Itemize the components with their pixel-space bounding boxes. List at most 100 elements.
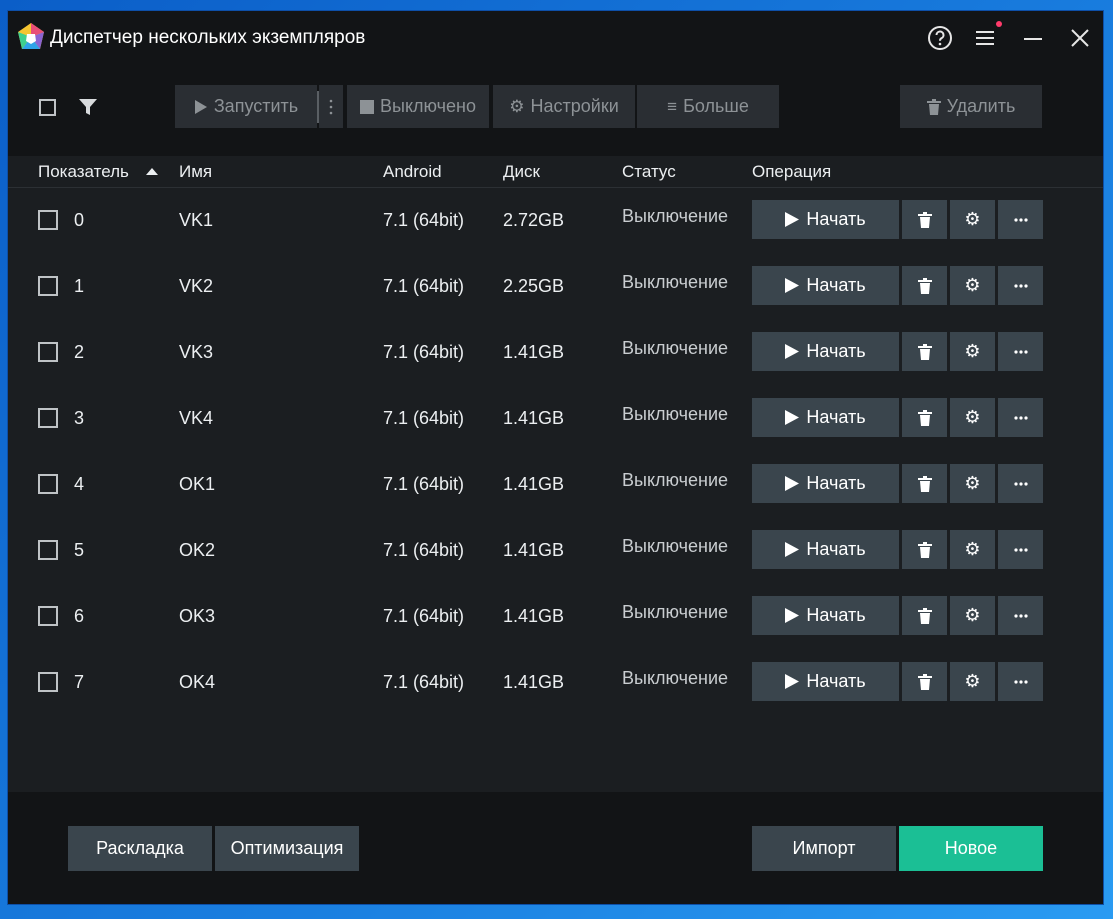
row-settings-button[interactable]: ⚙ xyxy=(950,332,995,371)
layout-button[interactable]: Раскладка xyxy=(68,826,212,871)
more-button[interactable]: ≡ Больше xyxy=(637,85,779,128)
app-logo-icon xyxy=(18,23,44,49)
row-more-button[interactable] xyxy=(998,662,1043,701)
row-disk: 1.41GB xyxy=(503,408,565,428)
row-checkbox[interactable] xyxy=(38,210,58,230)
row-delete-button[interactable] xyxy=(902,662,947,701)
row-settings-button[interactable]: ⚙ xyxy=(950,464,995,503)
row-android: 7.1 (64bit) xyxy=(383,408,465,428)
gear-icon: ⚙ xyxy=(964,605,981,625)
start-options-button[interactable] xyxy=(319,85,343,128)
row-delete-button[interactable] xyxy=(902,200,947,239)
row-checkbox[interactable] xyxy=(38,408,58,428)
row-more-button[interactable] xyxy=(998,266,1043,305)
trash-icon xyxy=(917,409,932,426)
row-start-button[interactable]: Начать xyxy=(752,464,899,503)
row-delete-button[interactable] xyxy=(902,596,947,635)
more-dots-icon xyxy=(1013,283,1028,288)
more-dots-icon xyxy=(1013,547,1028,552)
row-start-button[interactable]: Начать xyxy=(752,200,899,239)
row-start-button[interactable]: Начать xyxy=(752,398,899,437)
more-dots-icon xyxy=(1013,679,1028,684)
table-row: 7 OK4 7.1 (64bit) 1.41GB Выключение Начать ⚙ xyxy=(8,650,1103,716)
row-settings-button[interactable]: ⚙ xyxy=(950,266,995,305)
row-checkbox[interactable] xyxy=(38,474,58,494)
row-checkbox[interactable] xyxy=(38,276,58,296)
title-bar: Диспетчер нескольких экземпляров xyxy=(8,11,1103,65)
table-header: Показатель Имя Android Диск Статус Опера… xyxy=(8,156,1103,188)
row-checkbox[interactable] xyxy=(38,540,58,560)
column-operation: Операция xyxy=(752,162,832,181)
row-start-button[interactable]: Начать xyxy=(752,266,899,305)
delete-button[interactable]: Удалить xyxy=(900,85,1042,128)
row-settings-button[interactable]: ⚙ xyxy=(950,200,995,239)
minimize-icon xyxy=(1024,38,1042,40)
column-index[interactable]: Показатель xyxy=(38,162,129,182)
row-settings-button[interactable]: ⚙ xyxy=(950,398,995,437)
row-status: Выключение xyxy=(622,206,729,226)
play-icon xyxy=(785,542,800,557)
main-menu-button[interactable] xyxy=(971,23,1001,53)
play-icon xyxy=(785,674,800,689)
optimize-button[interactable]: Оптимизация xyxy=(215,826,359,871)
row-start-button[interactable]: Начать xyxy=(752,662,899,701)
window-title: Диспетчер нескольких экземпляров xyxy=(50,27,366,48)
gear-icon: ⚙ xyxy=(964,671,981,691)
row-delete-button[interactable] xyxy=(902,464,947,503)
select-all-checkbox[interactable] xyxy=(39,99,56,116)
row-delete-button[interactable] xyxy=(902,398,947,437)
row-more-button[interactable] xyxy=(998,200,1043,239)
sort-up-icon[interactable] xyxy=(146,168,158,175)
row-more-button[interactable] xyxy=(998,464,1043,503)
help-button[interactable] xyxy=(925,23,955,53)
close-button[interactable] xyxy=(1065,23,1095,53)
row-settings-button[interactable]: ⚙ xyxy=(950,596,995,635)
column-android[interactable]: Android xyxy=(383,162,442,182)
row-start-button[interactable]: Начать xyxy=(752,530,899,569)
column-disk[interactable]: Диск xyxy=(503,162,540,182)
play-icon xyxy=(194,99,207,114)
more-dots-icon xyxy=(1013,415,1028,420)
row-settings-button[interactable]: ⚙ xyxy=(950,530,995,569)
row-checkbox[interactable] xyxy=(38,606,58,626)
row-delete-button[interactable] xyxy=(902,266,947,305)
column-name[interactable]: Имя xyxy=(179,162,212,182)
row-more-button[interactable] xyxy=(998,530,1043,569)
row-delete-button[interactable] xyxy=(902,332,947,371)
list-icon: ≡ xyxy=(667,96,678,116)
row-status: Выключение xyxy=(622,272,729,292)
row-start-button[interactable]: Начать xyxy=(752,596,899,635)
play-icon xyxy=(785,410,800,425)
row-disk: 1.41GB xyxy=(503,342,565,362)
column-status[interactable]: Статус xyxy=(622,162,676,182)
import-button[interactable]: Импорт xyxy=(752,826,896,871)
trash-icon xyxy=(917,343,932,360)
row-start-button[interactable]: Начать xyxy=(752,332,899,371)
more-dots-icon xyxy=(1013,217,1028,222)
row-delete-button[interactable] xyxy=(902,530,947,569)
row-more-button[interactable] xyxy=(998,596,1043,635)
row-index: 6 xyxy=(74,606,85,626)
row-name: OK3 xyxy=(179,606,216,626)
filter-icon[interactable] xyxy=(78,97,98,117)
settings-button[interactable]: ⚙ Настройки xyxy=(493,85,635,128)
row-status: Выключение xyxy=(622,668,729,688)
minimize-button[interactable] xyxy=(1018,23,1048,53)
gear-icon: ⚙ xyxy=(964,407,981,427)
row-status: Выключение xyxy=(622,470,729,490)
gear-icon: ⚙ xyxy=(964,341,981,361)
table-row: 0 VK1 7.1 (64bit) 2.72GB Выключение Начать ⚙ xyxy=(8,188,1103,254)
row-checkbox[interactable] xyxy=(38,342,58,362)
start-selected-button[interactable]: Запустить xyxy=(175,85,317,128)
row-name: OK1 xyxy=(179,474,216,494)
row-more-button[interactable] xyxy=(998,398,1043,437)
row-settings-button[interactable]: ⚙ xyxy=(950,662,995,701)
new-instance-button[interactable]: Новое xyxy=(899,826,1043,871)
trash-icon xyxy=(917,475,932,492)
row-more-button[interactable] xyxy=(998,332,1043,371)
trash-icon xyxy=(917,211,932,228)
row-checkbox[interactable] xyxy=(38,672,58,692)
menu-icon xyxy=(976,31,994,45)
row-name: OK2 xyxy=(179,540,216,560)
shutdown-button[interactable]: Выключено xyxy=(347,85,489,128)
